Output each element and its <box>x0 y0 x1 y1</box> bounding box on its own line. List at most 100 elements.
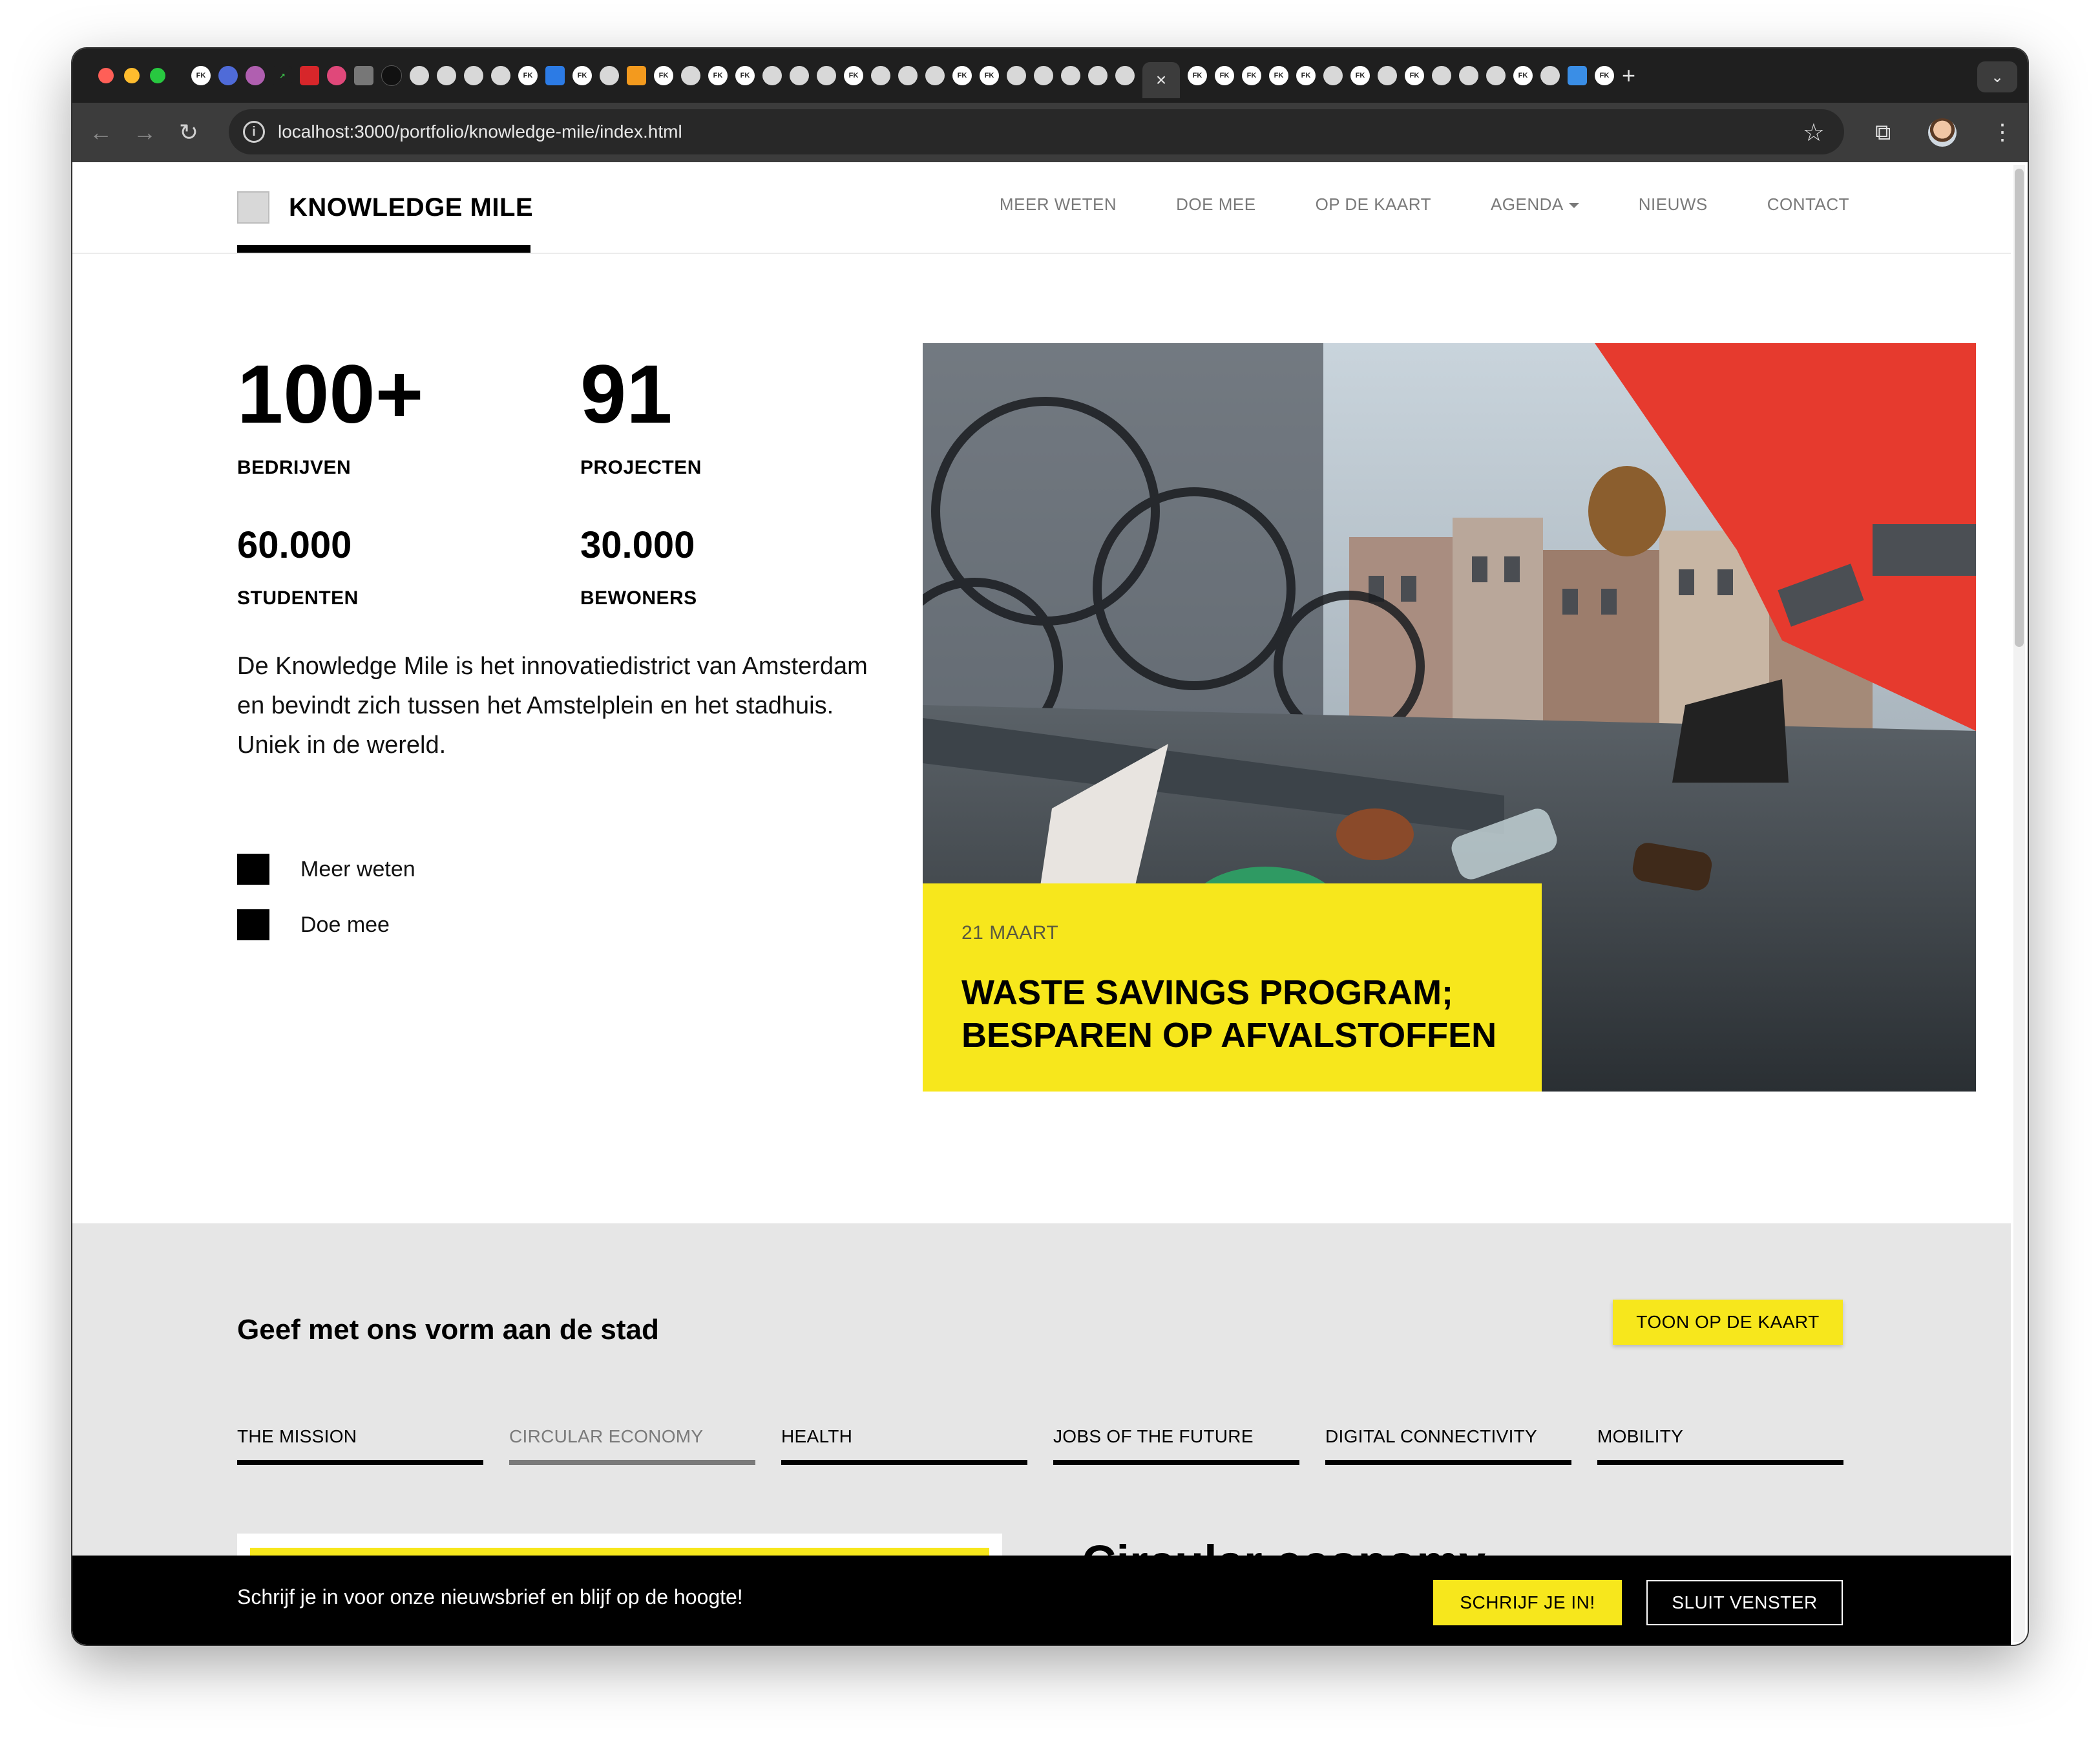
tab-favicon[interactable]: FK <box>518 66 538 85</box>
tab-favicon[interactable] <box>354 66 373 85</box>
tab-favicon[interactable]: FK <box>1269 66 1288 85</box>
newsletter-text: Schrijf je in voor onze nieuwsbrief en b… <box>237 1585 743 1609</box>
tab-favicon[interactable]: ↗ <box>273 66 292 85</box>
tab-favicon[interactable] <box>1323 66 1343 85</box>
nav-op-de-kaart[interactable]: OP DE KAART <box>1316 195 1431 215</box>
tab-favicon[interactable] <box>491 66 510 85</box>
tab-favicon[interactable]: FK <box>1405 66 1424 85</box>
stat-projects-label: PROJECTEN <box>580 457 702 478</box>
nav-nieuws[interactable]: NIEUWS <box>1639 195 1708 215</box>
tab-favicon[interactable] <box>381 65 402 86</box>
tab-favicon[interactable]: FK <box>708 66 728 85</box>
show-on-map-button[interactable]: TOON OP DE KAART <box>1613 1300 1843 1345</box>
tab-favicon[interactable] <box>1088 66 1108 85</box>
hero-news-card[interactable]: 21 MAART WASTE SAVINGS PROGRAM; BESPAREN… <box>923 883 1542 1092</box>
tab-favicon[interactable]: FK <box>844 66 863 85</box>
tab-favicon[interactable]: FK <box>191 66 211 85</box>
stat-residents-value: 30.000 <box>580 524 695 566</box>
tab-mobility[interactable]: MOBILITY <box>1597 1426 1843 1465</box>
close-window-button[interactable] <box>98 68 114 83</box>
stat-companies-value: 100+ <box>237 348 424 441</box>
tab-favicon[interactable] <box>1432 66 1451 85</box>
tab-favicon[interactable] <box>327 66 346 85</box>
scrollbar[interactable] <box>2013 165 2025 1642</box>
tab-favicon[interactable] <box>545 66 565 85</box>
menu-kebab-icon[interactable]: ⋮ <box>1991 116 2013 149</box>
tab-underline <box>781 1460 1027 1465</box>
tab-favicon[interactable] <box>218 66 238 85</box>
tab-favicon[interactable]: FK <box>980 66 999 85</box>
address-bar[interactable]: i localhost:3000/portfolio/knowledge-mil… <box>229 109 1844 154</box>
scrollbar-thumb[interactable] <box>2015 169 2024 647</box>
tab-favicon[interactable] <box>246 66 265 85</box>
tab-favicon[interactable]: FK <box>952 66 972 85</box>
tab-favicon[interactable] <box>300 66 319 85</box>
tab-favicon[interactable]: FK <box>572 66 592 85</box>
extensions-puzzle-icon[interactable]: ⧉ <box>1875 116 1891 149</box>
tab-favicon[interactable] <box>925 66 945 85</box>
tab-favicon[interactable] <box>1034 66 1053 85</box>
tab-favicon[interactable] <box>762 66 782 85</box>
tab-favicon[interactable] <box>437 66 456 85</box>
nav-agenda[interactable]: AGENDA <box>1491 195 1579 215</box>
tab-circular-economy[interactable]: CIRCULAR ECONOMY <box>509 1426 755 1465</box>
tab-favicon[interactable] <box>1378 66 1397 85</box>
square-bullet-icon <box>237 854 269 885</box>
nav-contact[interactable]: CONTACT <box>1767 195 1849 215</box>
tab-favicon[interactable] <box>1486 66 1506 85</box>
back-arrow-icon[interactable]: ← <box>84 116 118 149</box>
nav-doe-mee[interactable]: DOE MEE <box>1176 195 1255 215</box>
tab-favicon[interactable] <box>1568 66 1587 85</box>
tab-jobs-of-the-future[interactable]: JOBS OF THE FUTURE <box>1053 1426 1299 1465</box>
meer-weten-link[interactable]: Meer weten <box>237 854 415 885</box>
minimize-window-button[interactable] <box>124 68 140 83</box>
tab-favicon[interactable]: FK <box>1350 66 1370 85</box>
tab-favicon[interactable] <box>1007 66 1026 85</box>
tab-favicon[interactable]: FK <box>1188 66 1207 85</box>
tab-label: JOBS OF THE FUTURE <box>1053 1426 1254 1446</box>
tab-favicon[interactable]: FK <box>1215 66 1234 85</box>
tab-favicon[interactable]: FK <box>1242 66 1261 85</box>
tab-favicon[interactable]: FK <box>1296 66 1316 85</box>
subscribe-button[interactable]: SCHRIJF JE IN! <box>1433 1580 1622 1625</box>
tab-underline <box>1597 1460 1843 1465</box>
hero-title[interactable]: WASTE SAVINGS PROGRAM; BESPAREN OP AFVAL… <box>961 971 1517 1057</box>
nav-meer-weten[interactable]: MEER WETEN <box>1000 195 1117 215</box>
tab-favicon[interactable]: FK <box>1513 66 1533 85</box>
tab-favicon[interactable]: FK <box>735 66 755 85</box>
tab-the-mission[interactable]: THE MISSION <box>237 1426 483 1465</box>
tab-favicon[interactable] <box>1459 66 1478 85</box>
profile-avatar[interactable] <box>1928 118 1957 147</box>
tab-favicon[interactable] <box>627 66 646 85</box>
hero-date: 21 MAART <box>961 922 1059 944</box>
tab-health[interactable]: HEALTH <box>781 1426 1027 1465</box>
tab-favicon[interactable] <box>898 66 918 85</box>
url-text[interactable]: localhost:3000/portfolio/knowledge-mile/… <box>278 121 682 142</box>
doe-mee-label: Doe mee <box>300 912 390 937</box>
reload-icon[interactable]: ↻ <box>172 116 205 149</box>
forward-arrow-icon[interactable]: → <box>128 116 162 149</box>
tab-favicon[interactable] <box>790 66 809 85</box>
site-logo[interactable]: KNOWLEDGE MILE <box>237 188 533 227</box>
tab-favicon[interactable] <box>817 66 836 85</box>
tab-favicon[interactable] <box>1061 66 1080 85</box>
close-banner-button[interactable]: SLUIT VENSTER <box>1646 1580 1843 1625</box>
tab-favicon[interactable]: FK <box>1595 66 1614 85</box>
tab-favicon[interactable] <box>410 66 429 85</box>
tab-favicon[interactable] <box>600 66 619 85</box>
tab-favicon[interactable] <box>681 66 700 85</box>
active-tab-close-icon[interactable]: × <box>1142 62 1180 98</box>
tab-favicon[interactable] <box>1540 66 1560 85</box>
tab-favicon[interactable] <box>871 66 890 85</box>
new-tab-button[interactable]: + <box>1622 64 1645 87</box>
doe-mee-link[interactable]: Doe mee <box>237 909 390 940</box>
newsletter-bar: Schrijf je in voor onze nieuwsbrief en b… <box>72 1556 2011 1645</box>
tab-favicon[interactable] <box>1115 66 1135 85</box>
tab-favicon[interactable]: FK <box>654 66 673 85</box>
maximize-window-button[interactable] <box>150 68 165 83</box>
tab-digital-connectivity[interactable]: DIGITAL CONNECTIVITY <box>1325 1426 1571 1465</box>
bookmark-star-icon[interactable]: ☆ <box>1803 118 1825 147</box>
tab-favicon[interactable] <box>464 66 483 85</box>
site-info-icon[interactable]: i <box>243 121 265 143</box>
tab-search-chevron-icon[interactable]: ⌄ <box>1977 61 2017 92</box>
